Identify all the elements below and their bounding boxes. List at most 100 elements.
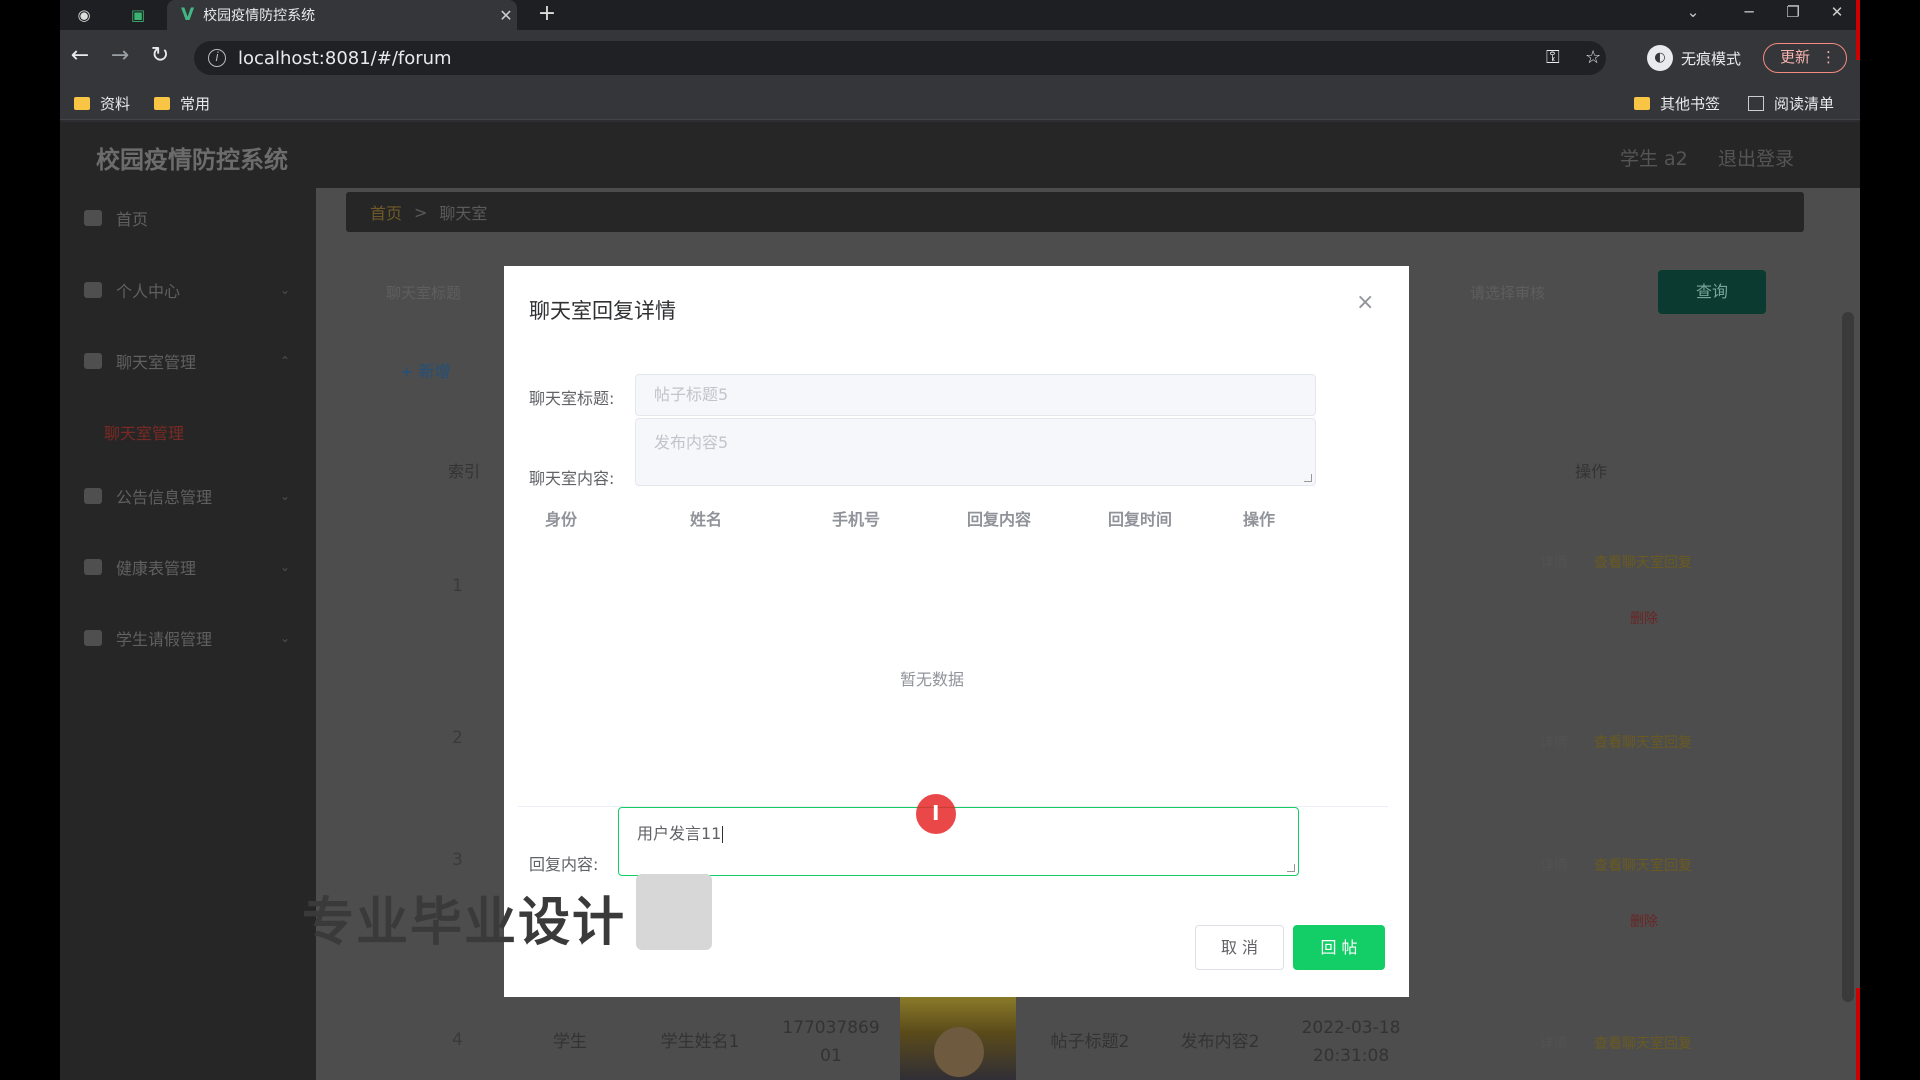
cell-role: 学生 — [553, 1032, 587, 1052]
new-tab-button[interactable]: + — [534, 2, 560, 28]
browser-window: ◉ ▣ V 校园疫情防控系统 ✕ + ⌄ ─ ❐ ✕ ← → ↻ i local… — [60, 0, 1860, 1080]
sidebar-item-profile[interactable]: 个人中心 ⌄ — [60, 270, 316, 310]
password-key-icon[interactable]: ⚿ — [1546, 41, 1560, 75]
browser-toolbar: ← → ↻ i localhost:8081/#/forum ⚿ ☆ ◐ 无痕模… — [60, 30, 1860, 86]
user-icon — [84, 282, 102, 298]
incognito-icon: ◐ — [1647, 45, 1673, 71]
tab-close-icon[interactable]: ✕ — [495, 6, 517, 25]
leave-icon — [84, 630, 102, 646]
sidebar-item-health[interactable]: 健康表管理 ⌄ — [60, 547, 316, 587]
folder-icon — [154, 96, 170, 110]
sidebar-item-label: 公告信息管理 — [116, 488, 213, 507]
breadcrumb-current: 聊天室 — [439, 204, 488, 223]
minimize-button[interactable]: ─ — [1726, 0, 1772, 30]
search-title-input[interactable]: 聊天室标题 — [386, 282, 461, 303]
bookmarks-bar: 资料 常用 其他书签 阅读清单 — [60, 86, 1860, 120]
detail-link[interactable]: 详情 — [1540, 732, 1568, 752]
location-icon — [84, 353, 102, 369]
page-scrollbar[interactable] — [1842, 312, 1854, 1002]
delete-link[interactable]: 删除 — [1630, 608, 1658, 628]
row-actions: 删除 — [1630, 911, 1658, 931]
update-label: 更新 — [1780, 48, 1811, 66]
resize-handle-icon[interactable] — [1287, 864, 1295, 872]
view-reply-link[interactable]: 查看聊天室回复 — [1594, 552, 1692, 572]
bookmark-label: 阅读清单 — [1774, 94, 1835, 113]
watermark-blur-patch — [636, 874, 712, 950]
breadcrumb-home[interactable]: 首页 — [370, 200, 402, 224]
incognito-indicator[interactable]: ◐ 无痕模式 — [1647, 41, 1741, 75]
back-button[interactable]: ← — [66, 43, 94, 71]
row-actions: 删除 — [1630, 608, 1658, 628]
status-select[interactable]: 请选择审核 — [1470, 282, 1545, 303]
cancel-button[interactable]: 取 消 — [1195, 925, 1284, 970]
resize-handle-icon[interactable] — [1304, 474, 1312, 482]
menu-dots-icon[interactable]: ⋮ — [1821, 44, 1836, 71]
submit-reply-button[interactable]: 回 帖 — [1293, 925, 1385, 970]
bookmark-label: 资料 — [100, 94, 131, 113]
label-content: 聊天室内容: — [529, 469, 615, 488]
globe-icon[interactable]: ◉ — [72, 3, 96, 27]
row-index: 2 — [452, 728, 463, 748]
folder-icon — [1634, 96, 1650, 110]
sidebar-item-label: 个人中心 — [116, 282, 181, 301]
detail-link[interactable]: 详情 — [1540, 552, 1568, 572]
delete-link[interactable]: 删除 — [1630, 911, 1658, 931]
column-header-reply-content: 回复内容 — [967, 510, 1032, 529]
bookmark-folder-ziliao[interactable]: 资料 — [74, 86, 130, 120]
active-tab[interactable]: V 校园疫情防控系统 ✕ — [167, 0, 517, 30]
column-header-operation: 操作 — [1575, 462, 1608, 481]
home-icon — [84, 210, 102, 226]
detail-link[interactable]: 详情 — [1540, 855, 1568, 875]
health-icon — [84, 559, 102, 575]
view-reply-link[interactable]: 查看聊天室回复 — [1594, 1033, 1692, 1053]
tab-strip: ◉ ▣ V 校园疫情防控系统 ✕ + ⌄ ─ ❐ ✕ — [60, 0, 1860, 30]
sheets-tab-icon[interactable]: ▣ — [126, 3, 150, 27]
tab-search-icon[interactable]: ⌄ — [1670, 0, 1716, 30]
query-button[interactable]: 查询 — [1658, 270, 1766, 314]
dialog-title: 聊天室回复详情 — [529, 299, 676, 323]
column-header-index: 索引 — [448, 462, 481, 481]
sidebar-item-home[interactable]: 首页 — [60, 198, 316, 238]
sidebar-item-notice[interactable]: 公告信息管理 ⌄ — [60, 476, 316, 516]
bookmark-star-icon[interactable]: ☆ — [1585, 41, 1601, 75]
forward-button[interactable]: → — [106, 43, 134, 71]
tab-title: 校园疫情防控系统 — [203, 8, 316, 24]
row-actions: 详情 查看聊天室回复 — [1540, 552, 1692, 572]
bookmark-folder-changyong[interactable]: 常用 — [154, 86, 210, 120]
sidebar-item-label: 聊天室管理 — [116, 353, 197, 372]
row-index: 1 — [452, 576, 463, 596]
reply-content-input[interactable]: 用户发言11 — [618, 807, 1299, 876]
sidebar-subitem-chatroom[interactable]: 聊天室管理 — [104, 420, 184, 444]
text-cursor-icon: I — [932, 801, 940, 825]
sidebar-item-label: 学生请假管理 — [116, 630, 213, 649]
sidebar-item-leave[interactable]: 学生请假管理 ⌄ — [60, 618, 316, 658]
address-bar[interactable]: i localhost:8081/#/forum ⚿ ☆ — [194, 41, 1606, 75]
reload-button[interactable]: ↻ — [146, 43, 174, 71]
chevron-up-icon: ⌃ — [279, 354, 290, 368]
update-button[interactable]: 更新 ⋮ — [1763, 43, 1847, 73]
reading-list[interactable]: 阅读清单 — [1748, 86, 1834, 120]
logout-link[interactable]: 退出登录 — [1718, 144, 1794, 171]
restore-button[interactable]: ❐ — [1770, 0, 1816, 30]
close-icon[interactable]: × — [1356, 290, 1374, 315]
video-watermark: 专业毕业设计 — [302, 893, 627, 953]
detail-link[interactable]: 详情 — [1540, 1033, 1568, 1053]
cell-phone-line: 01 — [820, 1046, 842, 1066]
row-index: 3 — [452, 850, 463, 870]
site-info-icon[interactable]: i — [208, 49, 226, 67]
breadcrumb-separator: > — [414, 202, 428, 222]
view-reply-link[interactable]: 查看聊天室回复 — [1594, 732, 1692, 752]
cell-date: 2022-03-18 — [1301, 1018, 1401, 1038]
chatroom-title-field: 帖子标题5 — [635, 374, 1316, 416]
sidebar-item-chatroom[interactable]: 聊天室管理 ⌃ — [60, 341, 316, 381]
view-reply-link[interactable]: 查看聊天室回复 — [1594, 855, 1692, 875]
chevron-down-icon: ⌄ — [279, 283, 290, 297]
empty-table-text: 暂无数据 — [900, 670, 965, 689]
label-reply: 回复内容: — [529, 855, 599, 874]
add-button[interactable]: + 新增 — [400, 358, 451, 382]
app-header: 校园疫情防控系统 学生 a2 退出登录 — [60, 122, 1860, 188]
chatroom-content-field: 发布内容5 — [635, 418, 1316, 486]
other-bookmarks[interactable]: 其他书签 — [1634, 86, 1720, 120]
cell-datetime: 2022-03-18 20:31:08 — [1286, 1014, 1416, 1070]
close-window-button[interactable]: ✕ — [1814, 0, 1860, 30]
